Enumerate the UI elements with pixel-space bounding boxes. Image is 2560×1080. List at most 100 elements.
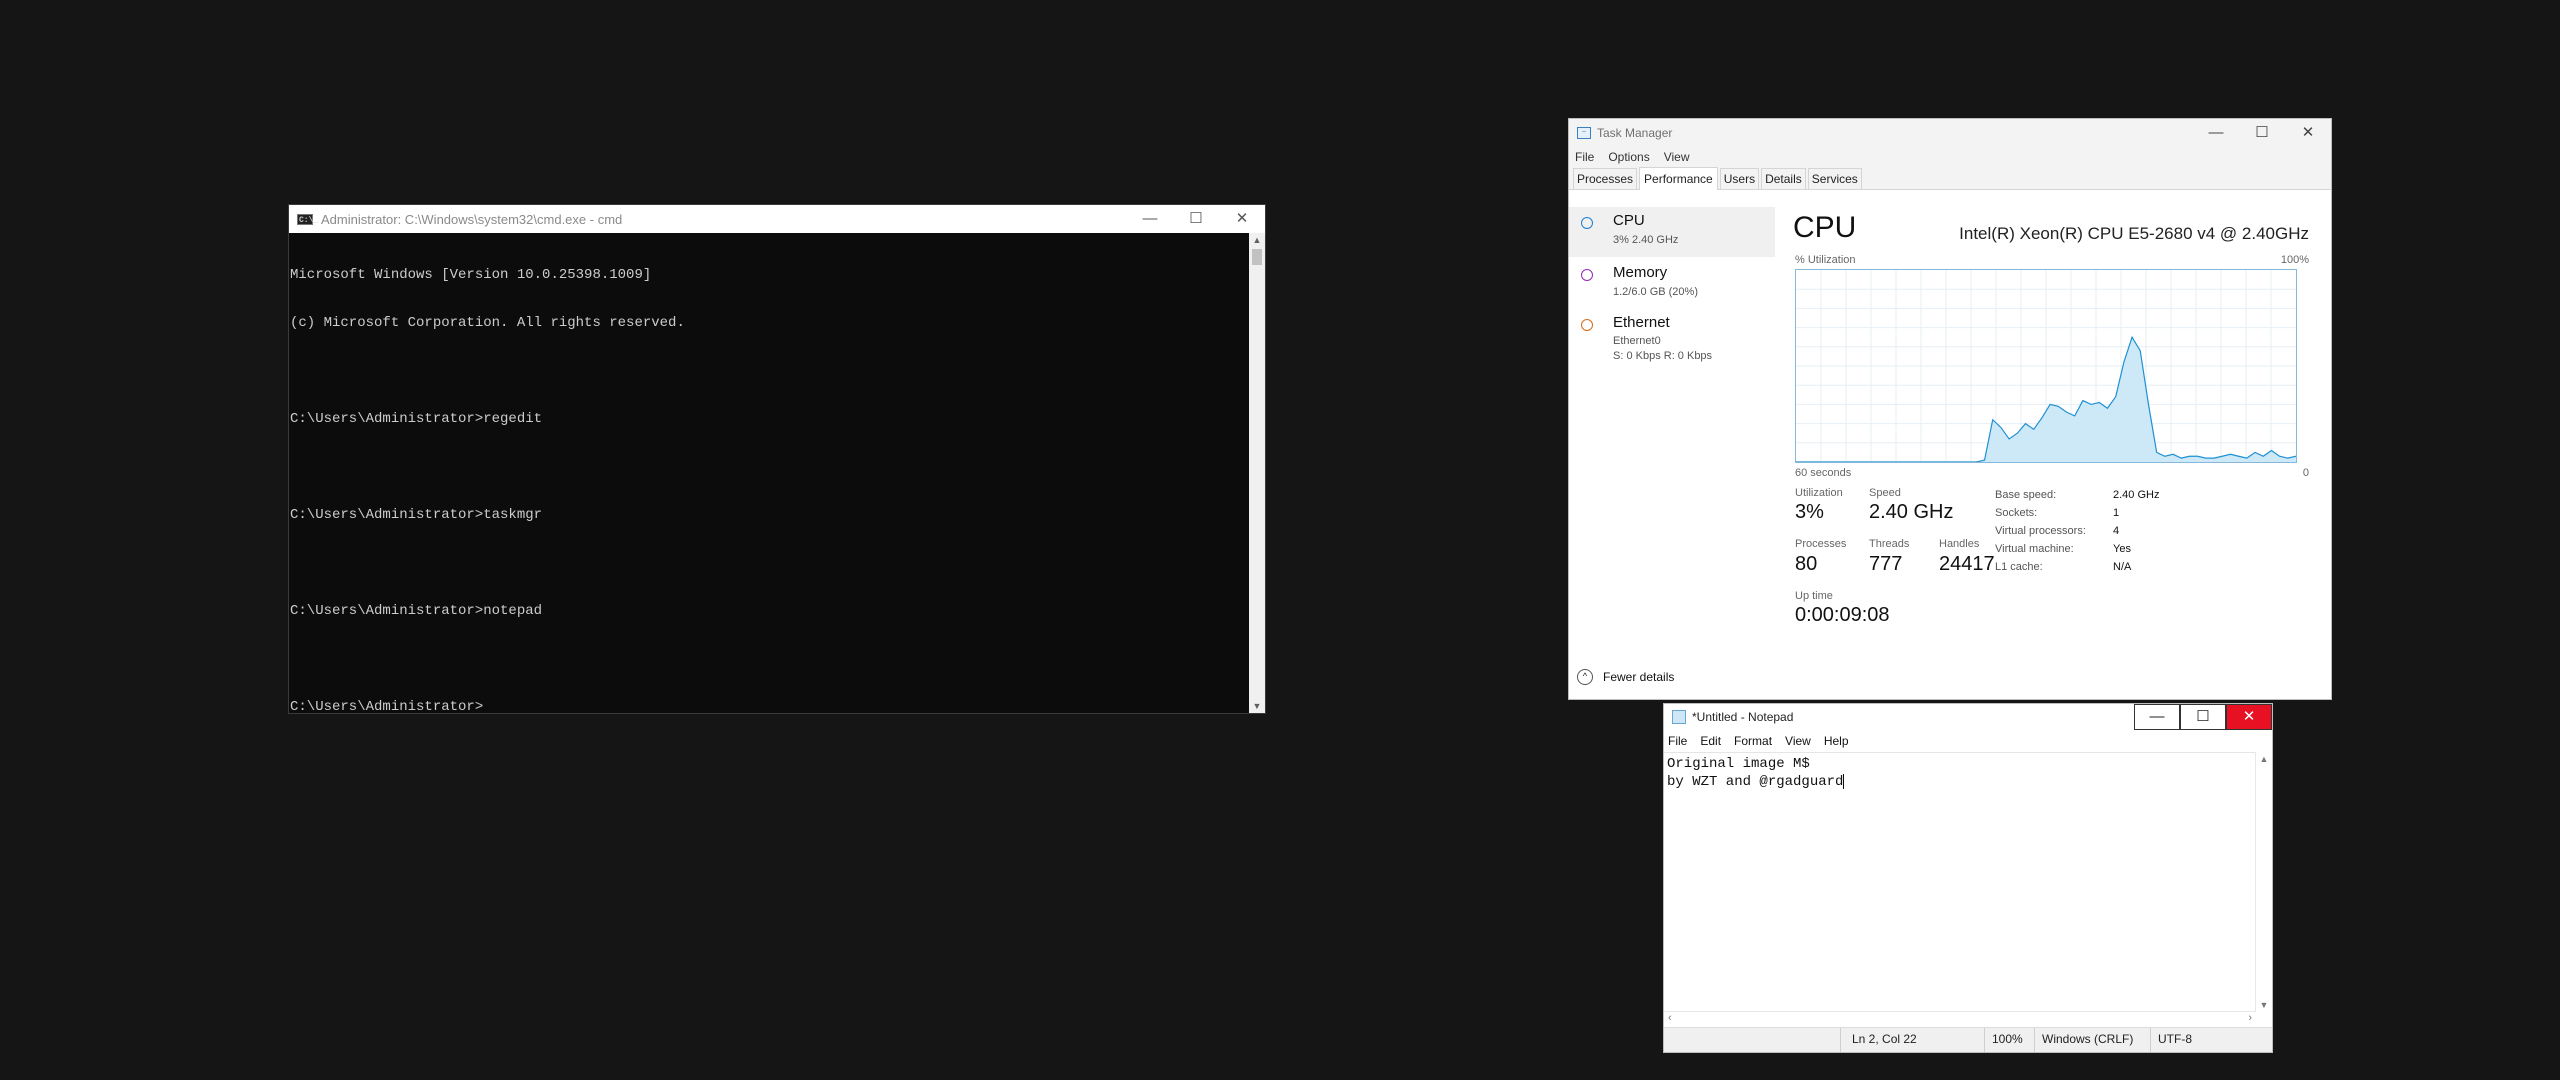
maximize-button[interactable]: ☐	[2239, 119, 2285, 147]
minimize-button[interactable]: —	[2193, 119, 2239, 147]
encoding: UTF-8	[2158, 1032, 2192, 1046]
scroll-up-icon[interactable]: ▲	[1249, 233, 1265, 247]
notepad-window[interactable]: *Untitled - Notepad — ☐ ✕ File Edit Form…	[1663, 703, 2273, 1053]
task-manager-window[interactable]: ~ Task Manager — ☐ ✕ File Options View P…	[1568, 118, 2332, 700]
taskmgr-title: Task Manager	[1597, 126, 1673, 140]
tab-performance[interactable]: Performance	[1639, 167, 1718, 190]
console-prompt: C:\Users\Administrator>	[290, 699, 484, 715]
vertical-scrollbar[interactable]: ▲ ▼	[1249, 233, 1265, 713]
fewer-details-button[interactable]: ^ Fewer details	[1577, 669, 1674, 685]
cpu-ring-icon	[1581, 217, 1593, 229]
ethernet-ring-icon	[1581, 319, 1593, 331]
maximize-button[interactable]: ☐	[2180, 704, 2226, 730]
cpu-model: Intel(R) Xeon(R) CPU E5-2680 v4 @ 2.40GH…	[1959, 224, 2309, 243]
tab-details[interactable]: Details	[1761, 168, 1806, 189]
util-axis-label: % Utilization	[1795, 254, 1856, 266]
sidebar-item-sub: 1.2/6.0 GB (20%)	[1613, 286, 1698, 298]
chevron-up-icon: ^	[1577, 669, 1593, 685]
threads-value: 777	[1869, 553, 1903, 575]
notepad-title: *Untitled - Notepad	[1692, 710, 1794, 724]
minimize-button[interactable]: —	[2134, 704, 2180, 730]
spec-value: 2.40 GHz	[2113, 489, 2160, 501]
sidebar-item-label: CPU	[1613, 212, 1645, 229]
sidebar-item-sub: 3% 2.40 GHz	[1613, 234, 1679, 246]
memory-ring-icon	[1581, 269, 1593, 281]
sidebar-item-memory[interactable]: Memory 1.2/6.0 GB (20%)	[1569, 259, 1775, 309]
scroll-left-icon[interactable]: ‹	[1668, 1012, 1672, 1024]
cmd-title-bar[interactable]: C:\_ Administrator: C:\Windows\system32\…	[289, 205, 1265, 233]
task-manager-icon: ~	[1577, 127, 1591, 139]
close-button[interactable]: ✕	[2285, 119, 2331, 147]
menu-file[interactable]: File	[1668, 734, 1687, 748]
text-line: by WZT and @rgadguard	[1667, 774, 1844, 790]
notepad-icon	[1672, 710, 1686, 724]
taskmgr-title-bar[interactable]: ~ Task Manager — ☐ ✕	[1569, 119, 2331, 147]
fewer-details-label: Fewer details	[1603, 670, 1675, 684]
menu-view[interactable]: View	[1785, 734, 1811, 748]
minimize-button[interactable]: —	[1127, 205, 1173, 233]
console-line: Microsoft Windows [Version 10.0.25398.10…	[290, 267, 652, 283]
close-button[interactable]: ✕	[1219, 205, 1265, 233]
uptime-value: 0:00:09:08	[1795, 604, 1890, 626]
menu-edit[interactable]: Edit	[1700, 734, 1721, 748]
spec-label: Sockets:	[1995, 507, 2038, 519]
cpu-panel: CPU Intel(R) Xeon(R) CPU E5-2680 v4 @ 2.…	[1785, 207, 2331, 699]
sidebar-item-sub: Ethernet0	[1613, 335, 1661, 347]
utilization-value: 3%	[1795, 501, 1824, 523]
time-axis-label: 60 seconds	[1795, 467, 1852, 479]
menu-file[interactable]: File	[1575, 150, 1594, 164]
processes-label: Processes	[1795, 538, 1847, 550]
scroll-up-icon[interactable]: ▲	[2256, 754, 2272, 764]
threads-label: Threads	[1869, 538, 1910, 550]
spec-value: 4	[2113, 525, 2120, 537]
menu-format[interactable]: Format	[1734, 734, 1772, 748]
scroll-down-icon[interactable]: ▼	[2256, 1000, 2272, 1010]
vertical-scrollbar[interactable]: ▲ ▼	[2255, 752, 2272, 1012]
text-caret	[1843, 773, 1845, 789]
tab-services[interactable]: Services	[1807, 168, 1862, 189]
zero-axis-label: 0	[2302, 467, 2309, 479]
handles-value: 24417	[1939, 553, 1995, 575]
performance-sidebar: CPU 3% 2.40 GHz Memory 1.2/6.0 GB (20%) …	[1569, 207, 1775, 699]
console-line: C:\Users\Administrator>taskmgr	[290, 507, 543, 523]
speed-value: 2.40 GHz	[1869, 501, 1954, 523]
taskmgr-tabs: Processes Performance Users Details Serv…	[1569, 167, 2331, 190]
handles-label: Handles	[1939, 538, 1980, 550]
uptime-label: Up time	[1795, 590, 1833, 602]
scroll-down-icon[interactable]: ▼	[1249, 699, 1265, 713]
maximize-button[interactable]: ☐	[1173, 205, 1219, 233]
console-line: C:\Users\Administrator>regedit	[290, 411, 543, 427]
tab-processes[interactable]: Processes	[1573, 168, 1638, 189]
menu-view[interactable]: View	[1664, 150, 1690, 164]
sidebar-item-label: Ethernet	[1613, 314, 1670, 331]
scroll-right-icon[interactable]: ›	[2248, 1012, 2252, 1024]
notepad-status-bar: Ln 2, Col 22 100% Windows (CRLF) UTF-8	[1664, 1027, 2272, 1052]
taskmgr-menu-bar: File Options View	[1569, 147, 2331, 167]
notepad-text-area[interactable]: Original image M$ by WZT and @rgadguard	[1664, 752, 2256, 1012]
processes-value: 80	[1795, 553, 1818, 575]
line-ending: Windows (CRLF)	[2042, 1032, 2134, 1046]
spec-label: Virtual machine:	[1995, 543, 2074, 555]
scroll-thumb[interactable]	[1252, 249, 1262, 265]
menu-options[interactable]: Options	[1608, 150, 1649, 164]
spec-value: Yes	[2113, 543, 2131, 555]
horizontal-scrollbar[interactable]: ‹ ›	[1664, 1011, 2256, 1028]
cmd-title: Administrator: C:\Windows\system32\cmd.e…	[321, 211, 623, 227]
console-output[interactable]: Microsoft Windows [Version 10.0.25398.10…	[289, 233, 1249, 715]
sidebar-item-label: Memory	[1613, 264, 1668, 281]
notepad-title-bar[interactable]: *Untitled - Notepad — ☐ ✕	[1664, 704, 2272, 730]
spec-label: L1 cache:	[1995, 561, 2043, 573]
sidebar-item-cpu[interactable]: CPU 3% 2.40 GHz	[1569, 207, 1775, 257]
close-button[interactable]: ✕	[2226, 704, 2272, 730]
sidebar-item-ethernet[interactable]: Ethernet Ethernet0 S: 0 Kbps R: 0 Kbps	[1569, 309, 1775, 371]
console-line: (c) Microsoft Corporation. All rights re…	[290, 315, 685, 331]
speed-label: Speed	[1869, 487, 1901, 499]
cmd-window[interactable]: C:\_ Administrator: C:\Windows\system32\…	[288, 204, 1266, 715]
tab-users[interactable]: Users	[1719, 168, 1760, 189]
spec-value: N/A	[2113, 561, 2132, 573]
cpu-heading: CPU	[1793, 211, 1857, 244]
menu-help[interactable]: Help	[1824, 734, 1849, 748]
